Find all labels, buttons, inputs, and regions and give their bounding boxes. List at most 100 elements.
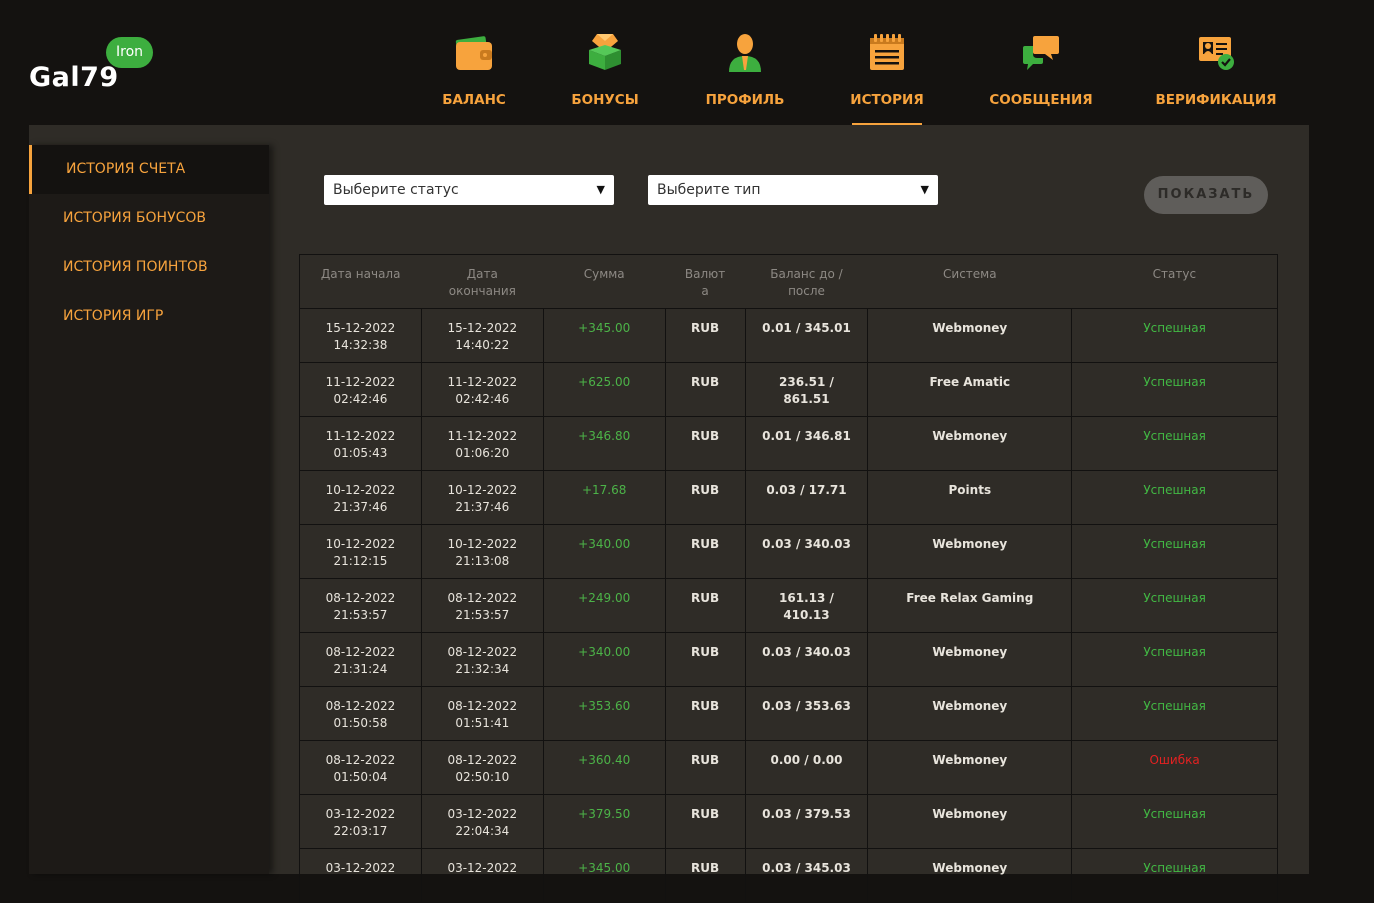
col-start-date-header: Дата начала: [299, 254, 422, 309]
cell-line: 21:31:24: [333, 662, 388, 676]
cell-line: 10-12-2022: [325, 483, 396, 497]
cell-line: 11-12-2022: [447, 375, 518, 389]
type-select[interactable]: Выберите тип ▼: [648, 175, 938, 205]
cell-line: 02:50:10: [455, 770, 510, 784]
cell-line: 0.00 / 0.00: [770, 753, 843, 767]
cell-line: 08-12-2022: [447, 753, 518, 767]
balance-cell: 0.01 / 346.81: [744, 416, 869, 471]
currency-cell: RUB: [664, 308, 746, 363]
sidebar-item-bonus-history[interactable]: ИСТОРИЯ БОНУСОВ: [29, 194, 269, 243]
amount-cell: +340.00: [542, 524, 666, 579]
start-date-cell: 10-12-2022 21:37:46: [299, 470, 422, 525]
system-cell: Free Amatic: [867, 362, 1073, 417]
end-date-cell: 08-12-2022 01:51:41: [420, 686, 544, 741]
table-row: 11-12-2022 01:05:43 11-12-2022 01:06:20 +346…: [299, 416, 1278, 471]
cell-line: 0.01 / 346.81: [762, 429, 851, 443]
currency-cell: RUB: [664, 794, 746, 849]
cell-line: Сумма: [583, 267, 625, 281]
status-cell: Успешная: [1071, 632, 1278, 687]
start-date-cell: 15-12-2022 14:32:38: [299, 308, 422, 363]
start-date-cell: 11-12-2022 01:05:43: [299, 416, 422, 471]
start-date-cell: 08-12-2022 01:50:04: [299, 740, 422, 795]
nav-bonuses[interactable]: БОНУСЫ: [571, 30, 639, 125]
amount-cell: +345.00: [542, 848, 666, 903]
table-row: 08-12-2022 01:50:04 08-12-2022 02:50:10 +360…: [299, 740, 1278, 795]
system-cell: Webmoney: [867, 416, 1073, 471]
balance-cell: 0.03 / 379.53: [744, 794, 869, 849]
currency-cell: RUB: [664, 524, 746, 579]
sidebar-item-points-history[interactable]: ИСТОРИЯ ПОИНТОВ: [29, 243, 269, 292]
table-row: 10-12-2022 21:12:15 10-12-2022 21:13:08 +340…: [299, 524, 1278, 579]
amount-cell: +340.00: [542, 632, 666, 687]
start-date-cell: 08-12-2022 21:53:57: [299, 578, 422, 633]
status-select[interactable]: Выберите статус ▼: [324, 175, 614, 205]
nav-messages[interactable]: СООБЩЕНИЯ: [989, 30, 1093, 125]
nav-history[interactable]: ИСТОРИЯ: [850, 30, 924, 125]
table-row: 10-12-2022 21:37:46 10-12-2022 21:37:46 +17.…: [299, 470, 1278, 525]
status-cell: Успешная: [1071, 362, 1278, 417]
status-cell: Успешная: [1071, 416, 1278, 471]
cell-line: 11-12-2022: [447, 429, 518, 443]
amount-cell: +625.00: [542, 362, 666, 417]
status-cell: Успешная: [1071, 848, 1278, 903]
system-cell: Free Relax Gaming: [867, 578, 1073, 633]
cell-line: 01:06:20: [455, 446, 510, 460]
nav-label: БОНУСЫ: [571, 92, 639, 108]
col-amount-header: Сумма: [543, 254, 666, 309]
status-cell: Успешная: [1071, 470, 1278, 525]
table-row: 08-12-2022 21:53:57 08-12-2022 21:53:57 +249…: [299, 578, 1278, 633]
nav-label: БАЛАНС: [442, 92, 506, 108]
cell-line: 0.03 / 340.03: [762, 537, 851, 551]
col-status-header: Статус: [1071, 254, 1278, 309]
cell-line: 08-12-2022: [447, 591, 518, 605]
cell-line: 0.03 / 379.53: [762, 807, 851, 821]
col-currency-header: Валют а: [665, 254, 746, 309]
cell-line: 14:40:22: [455, 338, 510, 352]
cell-line: 10-12-2022: [325, 537, 396, 551]
status-cell: Успешная: [1071, 794, 1278, 849]
end-date-cell: 11-12-2022 01:06:20: [420, 416, 544, 471]
table-row: 15-12-2022 14:32:38 15-12-2022 14:40:22 +345…: [299, 308, 1278, 363]
cell-line: 08-12-2022: [447, 699, 518, 713]
currency-cell: RUB: [664, 578, 746, 633]
nav-profile[interactable]: ПРОФИЛЬ: [706, 30, 784, 125]
nav-label: ВЕРИФИКАЦИЯ: [1155, 92, 1277, 108]
cell-line: 08-12-2022: [325, 645, 396, 659]
cell-line: 161.13 /: [779, 591, 834, 605]
cell-line: 11-12-2022: [325, 429, 396, 443]
balance-cell: 0.03 / 340.03: [744, 632, 869, 687]
cell-line: 01:50:04: [333, 770, 388, 784]
start-date-cell: 08-12-2022 01:50:58: [299, 686, 422, 741]
show-button[interactable]: ПОКАЗАТЬ: [1144, 176, 1268, 214]
cell-line: 03-12-2022: [325, 861, 396, 875]
cell-line: 01:05:43: [333, 446, 388, 460]
currency-cell: RUB: [664, 416, 746, 471]
cell-line: 14:32:38: [333, 338, 388, 352]
currency-cell: RUB: [664, 632, 746, 687]
end-date-cell: 08-12-2022 21:32:34: [420, 632, 544, 687]
nav-label: СООБЩЕНИЯ: [989, 92, 1093, 108]
wallet-icon: [452, 30, 496, 74]
cell-line: Система: [943, 267, 997, 281]
balance-cell: 236.51 / 861.51: [744, 362, 869, 417]
gift-box-icon: [583, 30, 627, 74]
balance-cell: 0.03 / 340.03: [744, 524, 869, 579]
username: Gal79: [29, 62, 119, 93]
cell-line: Баланс до /: [770, 267, 843, 281]
cell-line: 03-12-2022: [325, 807, 396, 821]
start-date-cell: 10-12-2022 21:12:15: [299, 524, 422, 579]
sidebar-item-account-history[interactable]: ИСТОРИЯ СЧЕТА: [29, 145, 269, 194]
sidebar-item-game-history[interactable]: ИСТОРИЯ ИГР: [29, 292, 269, 341]
cell-line: после: [788, 284, 825, 298]
history-sidebar: ИСТОРИЯ СЧЕТА ИСТОРИЯ БОНУСОВ ИСТОРИЯ ПО…: [29, 145, 269, 874]
nav-verification[interactable]: ВЕРИФИКАЦИЯ: [1155, 30, 1277, 125]
nav-balance[interactable]: БАЛАНС: [440, 30, 508, 125]
cell-line: 01:50:58: [333, 716, 388, 730]
dropdown-arrow-icon: ▼: [596, 183, 605, 196]
cell-line: 03-12-2022: [447, 807, 518, 821]
currency-cell: RUB: [664, 686, 746, 741]
cell-line: 22:03:17: [333, 824, 388, 838]
amount-cell: +353.60: [542, 686, 666, 741]
system-cell: Webmoney: [867, 794, 1073, 849]
rank-badge: Iron: [106, 37, 154, 68]
